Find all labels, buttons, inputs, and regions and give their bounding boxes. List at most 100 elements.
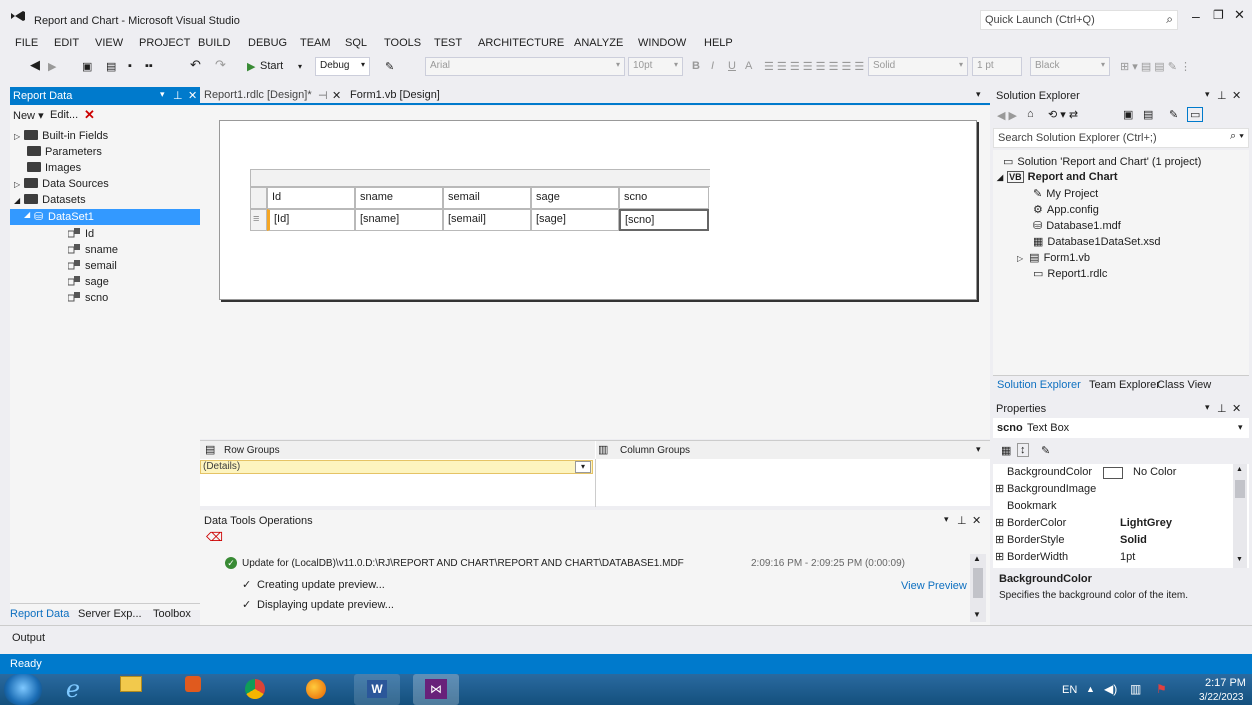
tab-class-view[interactable]: Class View	[1157, 379, 1211, 391]
font-select[interactable]: Arial ▾	[425, 57, 625, 76]
menu-window[interactable]: WINDOW	[638, 37, 686, 49]
media-player-icon[interactable]	[170, 674, 216, 705]
menu-sql[interactable]: SQL	[345, 37, 367, 49]
properties-icon[interactable]: ✎	[1169, 108, 1178, 121]
tray-expand-icon[interactable]: ▲	[1086, 684, 1095, 694]
border-width-select[interactable]: 1 pt	[972, 57, 1022, 76]
details-group[interactable]: (Details) ▾	[200, 460, 593, 474]
minimize-button[interactable]: ‒	[1192, 8, 1200, 24]
close-icon[interactable]: ✕	[972, 514, 981, 527]
pin-icon[interactable]: ⊥	[1217, 402, 1227, 415]
header-cell-sage[interactable]: sage	[531, 187, 619, 209]
menu-project[interactable]: PROJECT	[139, 37, 190, 49]
property-pages-icon[interactable]: ✎	[1041, 444, 1050, 457]
close-icon[interactable]: ✕	[1232, 402, 1241, 415]
close-button[interactable]: ✕	[1234, 7, 1245, 23]
chevron-down-icon[interactable]: ▼	[1236, 556, 1243, 563]
menu-debug[interactable]: DEBUG	[248, 37, 287, 49]
menu-help[interactable]: HELP	[704, 37, 733, 49]
menu-architecture[interactable]: ARCHITECTURE	[478, 37, 564, 49]
database-node[interactable]: ⛁ Database1.mdf	[1033, 219, 1121, 232]
chevron-down-icon[interactable]: ▾	[575, 461, 591, 473]
chevron-down-icon[interactable]: ▾	[298, 62, 302, 71]
tree-images[interactable]: Images	[27, 162, 81, 174]
properties-object-select[interactable]: scno Text Box ▾	[993, 418, 1249, 438]
report1-node[interactable]: ▭ Report1.rdlc	[1033, 267, 1107, 280]
sync-icon[interactable]: ⟲ ▾ ⇄	[1048, 108, 1078, 121]
pin-icon[interactable]: ⊥	[173, 89, 183, 102]
close-icon[interactable]: ✕	[1232, 89, 1241, 102]
chevron-down-icon[interactable]: ▾	[944, 514, 949, 525]
chevron-up-icon[interactable]: ▲	[1236, 466, 1243, 473]
collapse-all-icon[interactable]: ▣	[1123, 108, 1133, 121]
chevron-down-icon[interactable]: ▾	[1205, 402, 1210, 413]
scrollbar[interactable]: ▲ ▼	[970, 554, 986, 622]
chevron-down-icon[interactable]: ▼	[973, 610, 981, 619]
menu-view[interactable]: VIEW	[95, 37, 123, 49]
table-column-handles[interactable]	[250, 169, 710, 187]
field-semail[interactable]: semail	[68, 260, 117, 272]
chevron-down-icon[interactable]: ▾	[976, 444, 981, 455]
back-icon[interactable]: ◀	[30, 57, 40, 73]
menu-edit[interactable]: EDIT	[54, 37, 79, 49]
field-scno[interactable]: scno	[68, 292, 108, 304]
back-icon[interactable]: ◀ ▶	[997, 109, 1017, 122]
tree-datasets[interactable]: ◢ Datasets	[14, 194, 86, 206]
font-size-select[interactable]: 10pt ▾	[628, 57, 683, 76]
start-button[interactable]: Start	[260, 60, 283, 72]
tab-team-explorer[interactable]: Team Explorer	[1089, 379, 1160, 391]
close-icon[interactable]: ✕	[332, 89, 341, 102]
prop-row-background-color[interactable]: BackgroundColor No Color	[993, 464, 1228, 481]
prop-row-border-width[interactable]: ⊞ BorderWidth 1pt	[993, 549, 1228, 566]
header-cell-id[interactable]: Id	[267, 187, 355, 209]
underline-icon[interactable]: U	[728, 60, 736, 72]
start-icon[interactable]: ▶	[247, 60, 255, 73]
detail-cell-semail[interactable]: [semail]	[443, 209, 531, 231]
solution-node[interactable]: ▭ Solution 'Report and Chart' (1 project)	[1003, 155, 1201, 168]
header-cell-sname[interactable]: sname	[355, 187, 443, 209]
show-all-icon[interactable]: ▤	[1143, 108, 1153, 121]
clock-date[interactable]: 3/22/2023	[1199, 692, 1244, 703]
form1-node[interactable]: ▷ ▤ Form1.vb	[1017, 251, 1090, 264]
prop-row-background-image[interactable]: ⊞ BackgroundImage	[993, 481, 1228, 498]
prop-row-border-style[interactable]: ⊞ BorderStyle Solid	[993, 532, 1228, 549]
header-cell-semail[interactable]: semail	[443, 187, 531, 209]
view-preview-link[interactable]: View Preview	[901, 580, 967, 592]
my-project-node[interactable]: ✎ My Project	[1033, 187, 1098, 200]
menu-tools[interactable]: TOOLS	[384, 37, 421, 49]
tab-form1-design[interactable]: Form1.vb [Design]	[346, 87, 456, 103]
tree-data-sources[interactable]: ▷ Data Sources	[14, 178, 109, 190]
border-style-select[interactable]: Solid ▾	[868, 57, 968, 76]
home-icon[interactable]: ⌂	[1027, 108, 1034, 120]
color-select[interactable]: Black ▾	[1030, 57, 1110, 76]
tab-server-explorer[interactable]: Server Exp...	[78, 608, 142, 620]
forward-icon[interactable]: ▶	[48, 60, 56, 73]
scroll-thumb[interactable]	[1235, 480, 1245, 498]
quick-launch-input[interactable]: Quick Launch (Ctrl+Q) ⌕	[980, 10, 1178, 30]
bold-icon[interactable]: B	[692, 60, 700, 72]
chevron-up-icon[interactable]: ▲	[973, 554, 981, 563]
detail-cell-id[interactable]: [Id]	[267, 209, 355, 231]
menu-analyze[interactable]: ANALYZE	[574, 37, 623, 49]
delete-icon[interactable]: ✕	[84, 107, 95, 123]
app-config-node[interactable]: ⚙ App.config	[1033, 203, 1099, 216]
menu-build[interactable]: BUILD	[198, 37, 230, 49]
prop-row-bookmark[interactable]: Bookmark	[993, 498, 1228, 515]
save-all-icon[interactable]: ▪▪	[145, 60, 153, 72]
new-project-icon[interactable]: ▣	[82, 60, 92, 73]
tab-solution-explorer[interactable]: Solution Explorer	[997, 379, 1081, 391]
network-icon[interactable]: ▥	[1130, 682, 1141, 696]
menu-file[interactable]: FILE	[15, 37, 38, 49]
open-icon[interactable]: ▤	[106, 60, 116, 73]
categorized-icon[interactable]: ▦	[1001, 444, 1011, 457]
internet-explorer-icon[interactable]: e	[50, 674, 96, 705]
visual-studio-icon[interactable]: ⋈	[413, 674, 459, 705]
chevron-down-icon[interactable]: ▾	[160, 89, 165, 100]
pin-icon[interactable]: ⊣	[318, 89, 328, 102]
header-cell-scno[interactable]: scno	[619, 187, 709, 209]
dataset-xsd-node[interactable]: ▦ Database1DataSet.xsd	[1033, 235, 1161, 248]
field-sname[interactable]: sname	[68, 244, 118, 256]
field-id[interactable]: Id	[68, 228, 94, 240]
tab-toolbox[interactable]: Toolbox	[153, 608, 191, 620]
align-icons[interactable]: ☰ ☰ ☰ ☰ ☰ ☰ ☰ ☰	[764, 60, 864, 73]
